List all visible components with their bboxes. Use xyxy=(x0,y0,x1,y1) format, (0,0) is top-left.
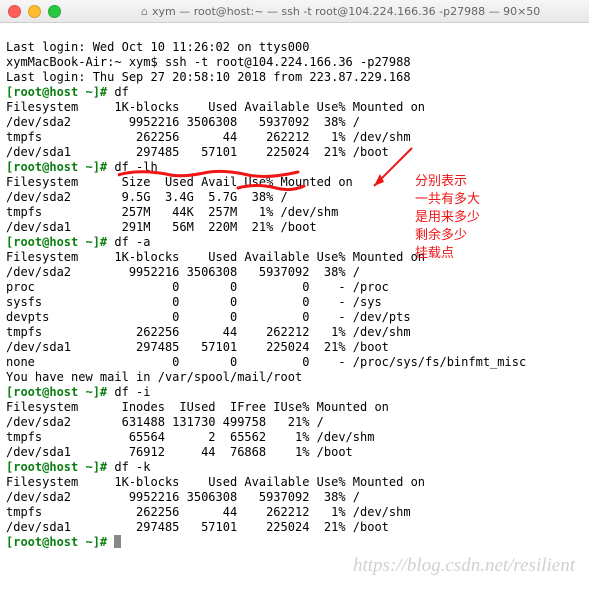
line: tmpfs 262256 44 262212 1% /dev/shm xyxy=(6,130,411,144)
line: xymMacBook-Air:~ xym$ ssh -t root@104.22… xyxy=(6,55,411,69)
line: /dev/sda2 631488 131730 499758 21% / xyxy=(6,415,324,429)
prompt: [root@host ~]# xyxy=(6,385,114,399)
cmd: df -a xyxy=(114,235,150,249)
prompt: [root@host ~]# xyxy=(6,535,114,549)
cmd: df -k xyxy=(114,460,150,474)
line: tmpfs 262256 44 262212 1% /dev/shm xyxy=(6,325,411,339)
line: Filesystem Size Used Avail Use% Mounted … xyxy=(6,175,353,189)
prompt: [root@host ~]# xyxy=(6,160,114,174)
cmd: df -i xyxy=(114,385,150,399)
window-title: xym — root@host:~ — ssh -t root@104.224.… xyxy=(152,5,581,18)
prompt: [root@host ~]# xyxy=(6,460,114,474)
close-icon[interactable] xyxy=(8,5,21,18)
line: Filesystem 1K-blocks Used Available Use%… xyxy=(6,475,425,489)
line: /dev/sda1 291M 56M 220M 21% /boot xyxy=(6,220,317,234)
cmd: df -lh xyxy=(114,160,157,174)
line: tmpfs 257M 44K 257M 1% /dev/shm xyxy=(6,205,338,219)
home-icon: ⌂ xyxy=(141,5,148,18)
line: devpts 0 0 0 - /dev/pts xyxy=(6,310,411,324)
line: Last login: Wed Oct 10 11:26:02 on ttys0… xyxy=(6,40,309,54)
cmd: df xyxy=(114,85,128,99)
line: /dev/sda1 76912 44 76868 1% /boot xyxy=(6,445,353,459)
watermark: https://blog.csdn.net/resilient xyxy=(353,555,575,577)
window-titlebar: ⌂ xym — root@host:~ — ssh -t root@104.22… xyxy=(0,0,589,23)
line: /dev/sda1 297485 57101 225024 21% /boot xyxy=(6,340,389,354)
line: /dev/sda2 9.5G 3.4G 5.7G 38% / xyxy=(6,190,288,204)
line: Filesystem 1K-blocks Used Available Use%… xyxy=(6,250,425,264)
line: tmpfs 262256 44 262212 1% /dev/shm xyxy=(6,505,411,519)
line: none 0 0 0 - /proc/sys/fs/binfmt_misc xyxy=(6,355,526,369)
cursor-icon xyxy=(114,535,121,548)
line: Filesystem 1K-blocks Used Available Use%… xyxy=(6,100,425,114)
line: /dev/sda2 9952216 3506308 5937092 38% / xyxy=(6,115,360,129)
line: Last login: Thu Sep 27 20:58:10 2018 fro… xyxy=(6,70,411,84)
line: /dev/sda2 9952216 3506308 5937092 38% / xyxy=(6,490,360,504)
prompt: [root@host ~]# xyxy=(6,235,114,249)
line: You have new mail in /var/spool/mail/roo… xyxy=(6,370,302,384)
line: /dev/sda1 297485 57101 225024 21% /boot xyxy=(6,520,389,534)
line: sysfs 0 0 0 - /sys xyxy=(6,295,382,309)
prompt: [root@host ~]# xyxy=(6,85,114,99)
line: /dev/sda2 9952216 3506308 5937092 38% / xyxy=(6,265,360,279)
fullscreen-icon[interactable] xyxy=(48,5,61,18)
terminal-content[interactable]: Last login: Wed Oct 10 11:26:02 on ttys0… xyxy=(0,23,589,552)
line: /dev/sda1 297485 57101 225024 21% /boot xyxy=(6,145,389,159)
line: proc 0 0 0 - /proc xyxy=(6,280,389,294)
line: Filesystem Inodes IUsed IFree IUse% Moun… xyxy=(6,400,389,414)
line: tmpfs 65564 2 65562 1% /dev/shm xyxy=(6,430,374,444)
traffic-lights xyxy=(8,5,61,18)
minimize-icon[interactable] xyxy=(28,5,41,18)
